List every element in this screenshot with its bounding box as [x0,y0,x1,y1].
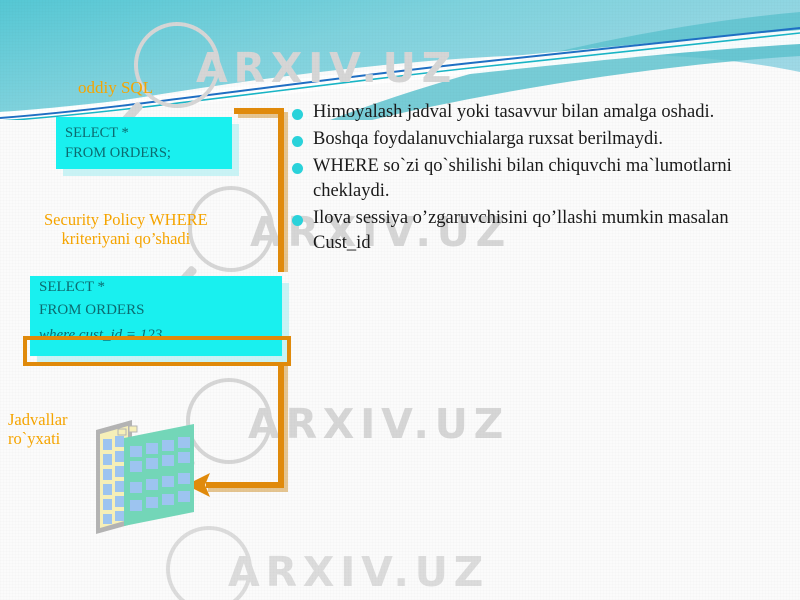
sql-where-clause: where cust_id = 123 [39,327,163,343]
sql-line: FROM ORDERS; [65,145,171,161]
watermark-text: ARXIV.UZ [228,548,490,596]
label-plain-sql: oddiy SQL [78,78,154,97]
sql-line: SELECT * [39,279,105,295]
bullet-text: Ilova sessiya o’zgaruvchisini qo’llashi … [313,208,729,253]
list-item: WHERE so`zi qo`shilishi bilan chiquvchi … [292,154,792,204]
bullet-dot-icon [292,109,303,120]
watermark-arxiv-3: ARXIV.UZ [169,378,510,486]
tables-illustration-icon [96,420,194,534]
list-item: Himoyalash jadval yoki tasavvur bilan am… [292,100,792,125]
bullet-text: Himoyalash jadval yoki tasavvur bilan am… [313,102,715,122]
label-security-policy: Security Policy WHERE kriteriyani qo’sha… [44,210,208,249]
watermark-arxiv-4: ARXIV.UZ [166,526,490,600]
bullet-list: Himoyalash jadval yoki tasavvur bilan am… [292,100,792,258]
list-item: Ilova sessiya o’zgaruvchisini qo’llashi … [292,206,792,256]
sql-line: SELECT * [65,125,129,141]
bullet-dot-icon [292,163,303,174]
watermark-text: ARXIV.UZ [248,400,510,448]
bullet-dot-icon [292,215,303,226]
slide-canvas: ARXIV.UZ ARXIV.UZ ARXIV.UZ ARXIV.UZ oddi… [0,0,800,600]
bullet-dot-icon [292,136,303,147]
sql-code-block-plain: SELECT * FROM ORDERS; [56,117,232,169]
sql-code-block-with-policy: SELECT * FROM ORDERS where cust_id = 123 [30,276,282,356]
label-tables-list: Jadvallar ro`yxati [8,410,68,449]
bullet-text: WHERE so`zi qo`shilishi bilan chiquvchi … [313,156,732,201]
sql-line: FROM ORDERS [39,302,145,318]
list-item: Boshqa foydalanuvchialarga ruxsat berilm… [292,127,792,152]
bullet-text: Boshqa foydalanuvchialarga ruxsat berilm… [313,129,664,149]
